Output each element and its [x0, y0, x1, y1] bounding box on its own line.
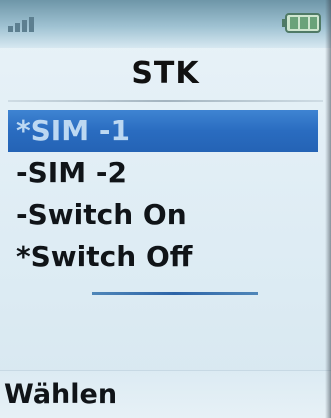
stk-menu: *SIM -1 -SIM -2 -Switch On *Switch Off — [0, 110, 331, 278]
screen-bezel-edge — [325, 0, 331, 418]
screen-title: STK — [131, 56, 200, 91]
phone-screen: STK *SIM -1 -SIM -2 -Switch On *Switch O… — [0, 0, 331, 418]
menu-item-switch-on[interactable]: -Switch On — [0, 194, 331, 236]
menu-item-switch-off[interactable]: *Switch Off — [0, 236, 331, 278]
list-end-divider — [92, 292, 258, 295]
status-bar — [0, 0, 331, 48]
signal-strength-icon — [8, 17, 34, 32]
menu-item-sim-1[interactable]: *SIM -1 — [8, 110, 318, 152]
menu-item-sim-2[interactable]: -SIM -2 — [0, 152, 331, 194]
battery-icon — [282, 13, 321, 33]
softkey-bar: Wählen — [0, 370, 331, 418]
select-softkey[interactable]: Wählen — [4, 375, 117, 415]
title-divider — [8, 100, 323, 102]
